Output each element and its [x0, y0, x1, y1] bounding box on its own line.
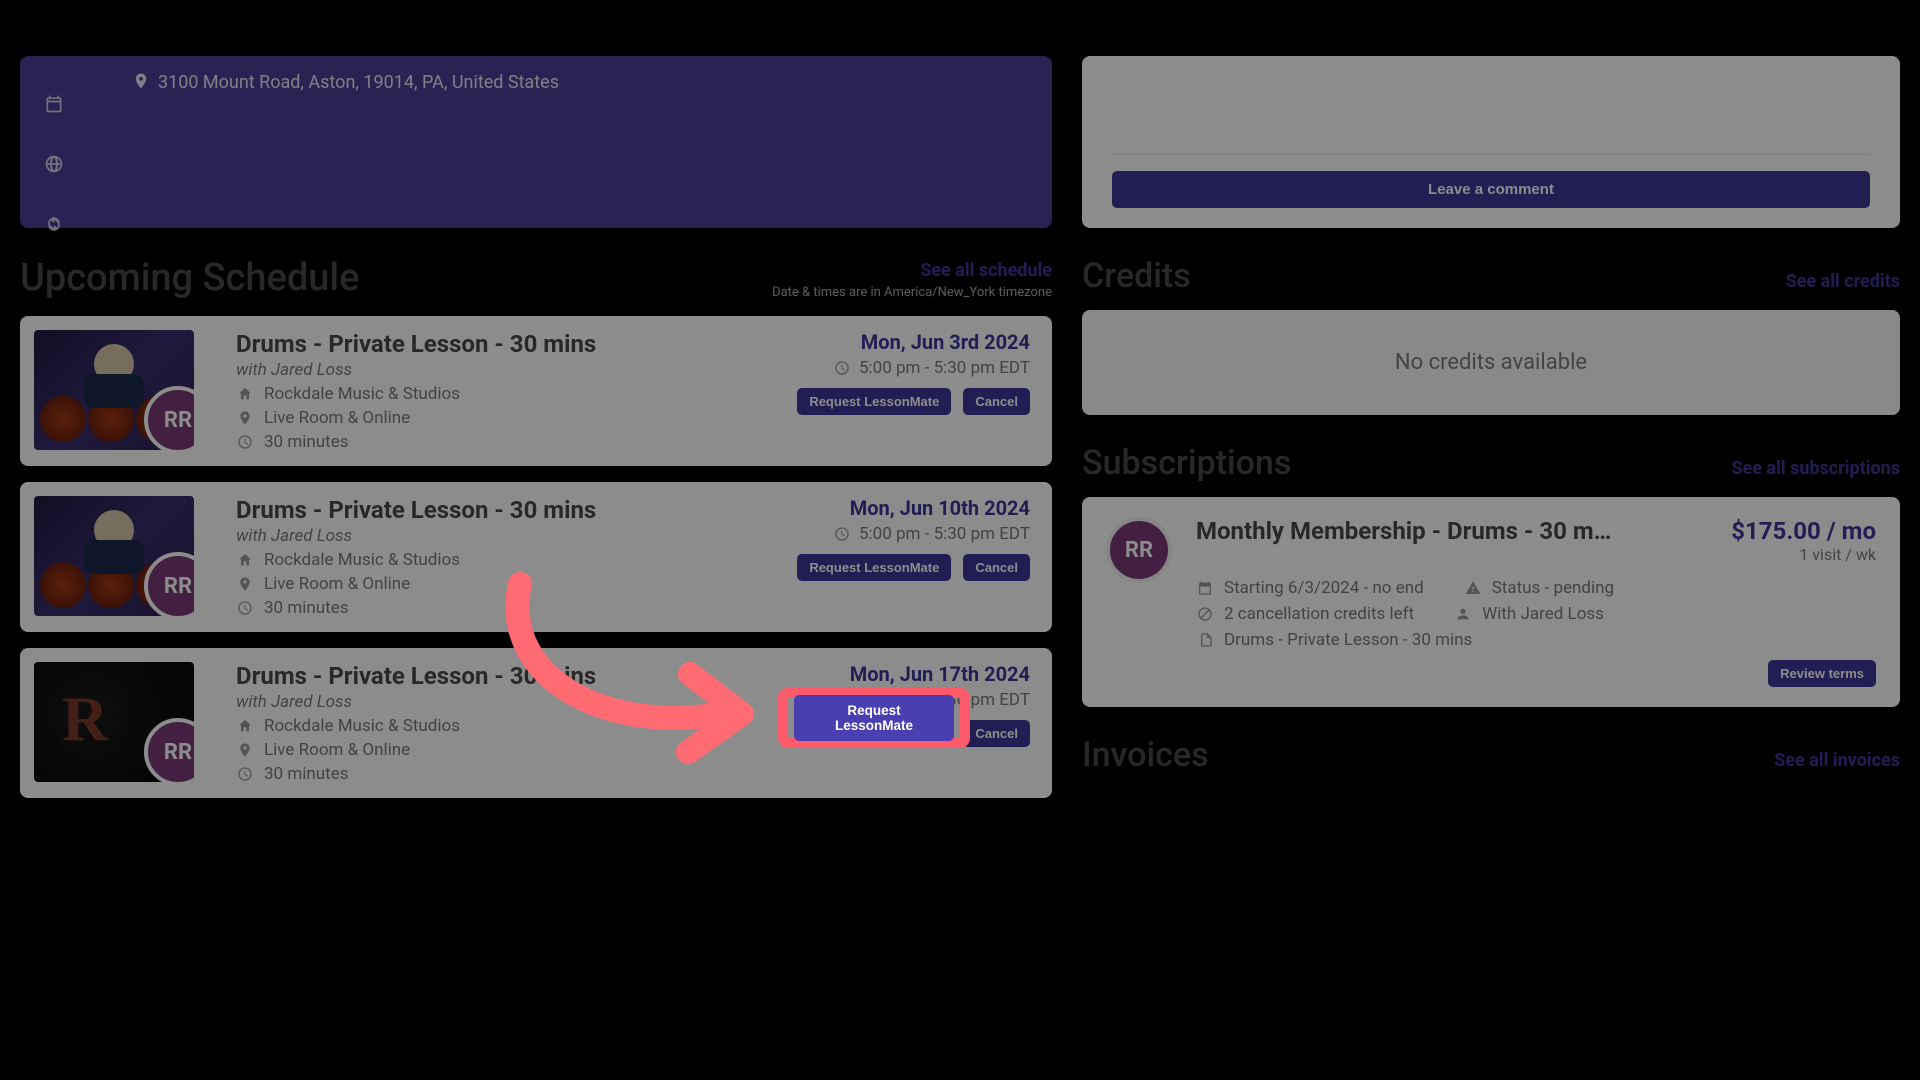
calendar-icon[interactable] — [20, 74, 88, 134]
lesson-thumbnail: RR — [34, 496, 194, 616]
see-all-credits-link[interactable]: See all credits — [1786, 271, 1900, 292]
map-pin-icon — [236, 742, 254, 758]
clipboard-icon — [1196, 632, 1214, 648]
map-pin-icon — [132, 72, 150, 93]
location-banner: 3100 Mount Road, Aston, 19014, PA, Unite… — [20, 56, 1052, 228]
map-pin-icon — [236, 410, 254, 426]
timezone-note: Date & times are in America/New_York tim… — [772, 285, 1052, 300]
lesson-date: Mon, Jun 17th 2024 — [778, 662, 1030, 686]
lesson-title: Drums - Private Lesson - 30 mins — [236, 662, 754, 690]
home-icon — [236, 718, 254, 734]
clock-icon — [236, 434, 254, 450]
subscription-price: $175.00 / mo — [1731, 517, 1876, 545]
cancel-lesson-button[interactable]: Cancel — [963, 720, 1030, 747]
see-all-schedule-link[interactable]: See all schedule — [772, 260, 1052, 281]
lesson-card: RR Drums - Private Lesson - 30 minswith J… — [20, 316, 1052, 466]
subscription-title: Monthly Membership - Drums - 30 m… — [1196, 517, 1611, 564]
lesson-date: Mon, Jun 10th 2024 — [778, 496, 1030, 520]
app-frame: 3100 Mount Road, Aston, 19014, PA, Unite… — [20, 56, 1900, 1024]
see-all-invoices-link[interactable]: See all invoices — [1774, 750, 1900, 771]
subscription-card: RR Monthly Membership - Drums - 30 m… $1… — [1082, 497, 1900, 707]
cancel-lesson-button[interactable]: Cancel — [963, 388, 1030, 415]
subscription-credits: 2 cancellation credits left — [1224, 604, 1414, 624]
map-pin-icon — [236, 576, 254, 592]
banner-address: 3100 Mount Road, Aston, 19014, PA, Unite… — [158, 72, 559, 93]
lesson-date: Mon, Jun 3rd 2024 — [778, 330, 1030, 354]
credits-title: Credits — [1082, 256, 1191, 296]
clock-icon — [236, 600, 254, 616]
refresh-icon[interactable] — [20, 194, 88, 254]
upcoming-schedule-title: Upcoming Schedule — [20, 256, 359, 300]
lesson-location: Live Room & Online — [264, 574, 410, 594]
subscription-visits: 1 visit / wk — [1731, 545, 1876, 564]
lesson-location: Live Room & Online — [264, 408, 410, 428]
lesson-time: 5:00 pm - 5:30 pm EDT — [859, 358, 1030, 378]
globe-icon[interactable] — [20, 134, 88, 194]
comments-card: Leave a comment — [1082, 56, 1900, 228]
lesson-studio: Rockdale Music & Studios — [264, 716, 460, 736]
clock-icon — [833, 526, 851, 542]
no-credits-card: No credits available — [1082, 310, 1900, 415]
lesson-duration: 30 minutes — [264, 598, 348, 618]
calendar-icon — [1196, 580, 1214, 596]
annotation-highlight-box: Request LessonMate — [778, 688, 970, 748]
lesson-studio: Rockdale Music & Studios — [264, 384, 460, 404]
subscription-status: Status - pending — [1492, 578, 1614, 598]
subscription-with: With Jared Loss — [1482, 604, 1604, 624]
lesson-title: Drums - Private Lesson - 30 mins — [236, 330, 754, 358]
subscription-product: Drums - Private Lesson - 30 mins — [1224, 630, 1472, 650]
cancel-lesson-button[interactable]: Cancel — [963, 554, 1030, 581]
review-terms-button[interactable]: Review terms — [1768, 660, 1876, 687]
ban-icon — [1196, 606, 1214, 622]
lesson-instructor: with Jared Loss — [236, 692, 754, 712]
lesson-instructor: with Jared Loss — [236, 526, 754, 546]
user-icon — [1454, 606, 1472, 622]
leave-comment-button[interactable]: Leave a comment — [1112, 171, 1870, 208]
lesson-duration: 30 minutes — [264, 432, 348, 452]
lesson-duration: 30 minutes — [264, 764, 348, 784]
see-all-subscriptions-link[interactable]: See all subscriptions — [1731, 458, 1900, 479]
subscription-starting: Starting 6/3/2024 - no end — [1224, 578, 1424, 598]
home-icon — [236, 552, 254, 568]
subscriptions-title: Subscriptions — [1082, 443, 1291, 483]
request-lessonmate-button[interactable]: Request LessonMate — [797, 554, 951, 581]
no-credits-text: No credits available — [1395, 350, 1587, 375]
lesson-thumbnail: RRR — [34, 662, 194, 782]
clock-icon — [833, 360, 851, 376]
request-lessonmate-button[interactable]: Request LessonMate — [797, 388, 951, 415]
lesson-location: Live Room & Online — [264, 740, 410, 760]
clock-icon — [236, 766, 254, 782]
home-icon — [236, 386, 254, 402]
subscription-avatar: RR — [1106, 517, 1172, 583]
lesson-title: Drums - Private Lesson - 30 mins — [236, 496, 754, 524]
request-lessonmate-button-highlighted[interactable]: Request LessonMate — [794, 695, 954, 741]
lesson-instructor: with Jared Loss — [236, 360, 754, 380]
warning-icon — [1464, 580, 1482, 596]
comment-divider — [1112, 154, 1870, 155]
lesson-card: RR Drums - Private Lesson - 30 minswith J… — [20, 482, 1052, 632]
lesson-studio: Rockdale Music & Studios — [264, 550, 460, 570]
lesson-time: 5:00 pm - 5:30 pm EDT — [859, 524, 1030, 544]
invoices-title: Invoices — [1082, 735, 1209, 775]
upcoming-schedule-header: Upcoming Schedule See all schedule Date … — [20, 256, 1052, 300]
lesson-thumbnail: RR — [34, 330, 194, 450]
